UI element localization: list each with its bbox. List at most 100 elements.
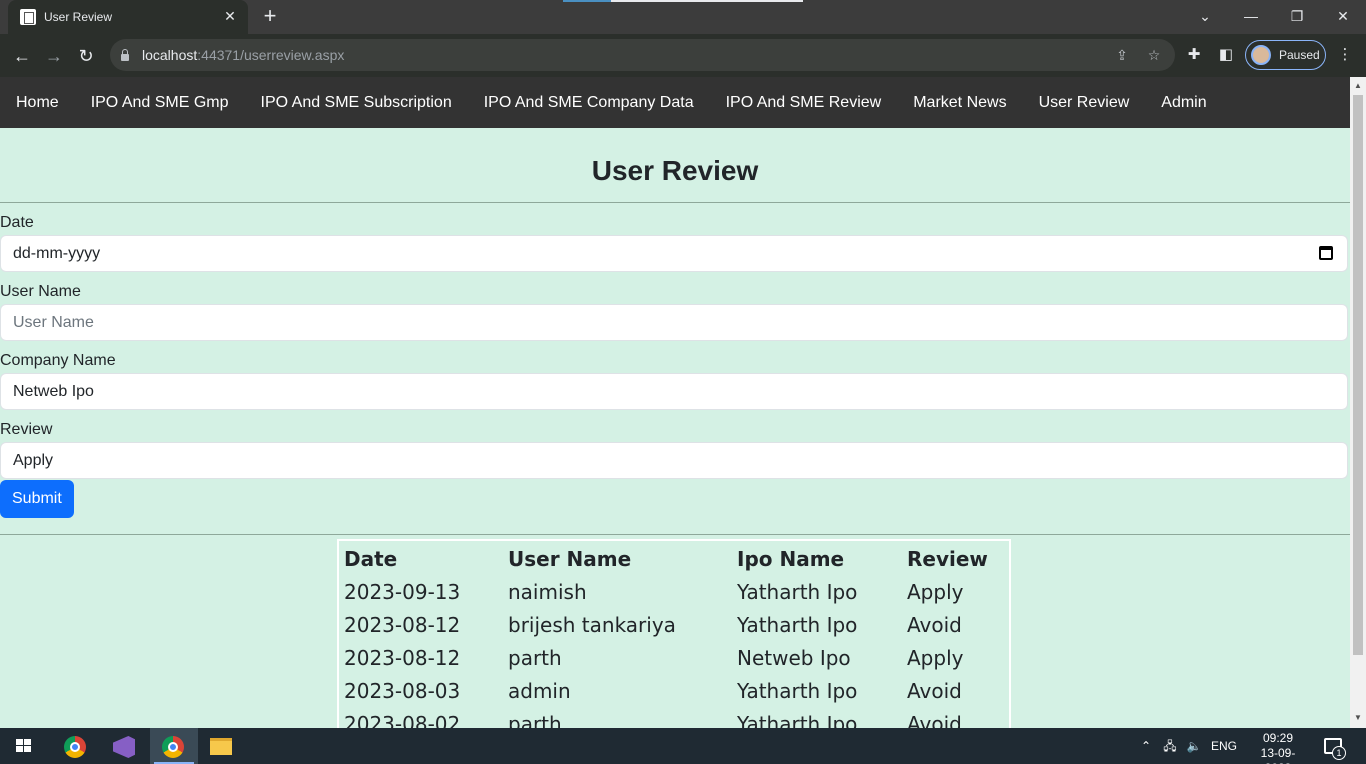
extensions-puzzle-icon[interactable]: ✚	[1184, 45, 1204, 65]
nav-ipo-sme-subscription[interactable]: IPO And SME Subscription	[245, 77, 468, 128]
cell-date: 2023-08-02	[344, 711, 461, 729]
cell-review: Avoid	[907, 612, 962, 637]
folder-icon	[210, 738, 232, 755]
site-navbar: Home IPO And SME Gmp IPO And SME Subscri…	[0, 77, 1350, 128]
nav-admin[interactable]: Admin	[1145, 77, 1222, 128]
back-arrow-icon[interactable]: ←	[9, 43, 35, 69]
reviews-table: Date User Name Ipo Name Review 2023-09-1…	[337, 539, 1011, 728]
taskbar-chrome[interactable]	[52, 728, 100, 764]
url-host: localhost	[142, 47, 198, 63]
url-path: :44371/userreview.aspx	[197, 47, 345, 63]
cell-date: 2023-08-12	[344, 612, 461, 637]
close-window-icon[interactable]: ✕	[1328, 4, 1358, 28]
nav-home[interactable]: Home	[0, 77, 75, 128]
share-icon[interactable]: ⇪	[1113, 46, 1131, 64]
page-title: User Review	[591, 155, 759, 186]
notification-count-badge: 1	[1332, 746, 1346, 760]
column-header-ipo-name: Ipo Name	[737, 546, 845, 571]
scrollbar-thumb[interactable]	[1353, 95, 1363, 655]
cell-review: Avoid	[907, 678, 962, 703]
cell-review: Avoid	[907, 711, 962, 729]
start-button[interactable]	[0, 728, 48, 764]
cell-user-name: parth	[508, 711, 562, 729]
page-icon	[20, 9, 36, 25]
windows-logo-icon	[16, 739, 32, 753]
nav-market-news[interactable]: Market News	[897, 77, 1022, 128]
restore-icon[interactable]: ❐	[1282, 4, 1312, 28]
calendar-icon[interactable]	[1319, 246, 1333, 260]
nav-user-review[interactable]: User Review	[1023, 77, 1146, 128]
taskbar-chrome-active[interactable]	[150, 728, 198, 764]
reload-icon[interactable]: ↻	[73, 43, 99, 69]
clock-time: 09:29	[1262, 731, 1294, 745]
cell-user-name: brijesh tankariya	[508, 612, 676, 637]
more-menu-icon[interactable]: ⋮	[1335, 45, 1355, 65]
company-name-field[interactable]: Netweb Ipo	[0, 373, 1348, 410]
minimize-icon[interactable]: —	[1236, 4, 1266, 28]
windows-taskbar: ⌃ 🖧 🔈 ENG 09:29 13-09-2023 1	[0, 728, 1366, 764]
company-name-label: Company Name	[0, 352, 116, 369]
cell-date: 2023-08-03	[344, 678, 461, 703]
page-scrollbar[interactable]: ▲ ▼	[1350, 77, 1366, 728]
scroll-down-arrow-icon[interactable]: ▼	[1353, 713, 1363, 723]
cell-user-name: admin	[508, 678, 571, 703]
nav-ipo-sme-company-data[interactable]: IPO And SME Company Data	[468, 77, 710, 128]
cell-user-name: parth	[508, 645, 562, 670]
cell-ipo-name: Yatharth Ipo	[737, 579, 858, 604]
submit-button[interactable]: Submit	[0, 480, 74, 518]
tab-strip-indicator	[563, 0, 803, 2]
profile-status: Paused	[1279, 48, 1320, 62]
network-icon[interactable]: 🖧	[1160, 728, 1180, 764]
side-panel-icon[interactable]: ◧	[1216, 45, 1236, 65]
scroll-up-arrow-icon[interactable]: ▲	[1353, 81, 1363, 91]
review-field[interactable]: Apply	[0, 442, 1348, 479]
taskbar-visual-studio[interactable]	[100, 728, 148, 764]
cell-ipo-name: Netweb Ipo	[737, 645, 851, 670]
table-header-row: Date User Name Ipo Name Review	[341, 543, 1007, 574]
language-indicator[interactable]: ENG	[1208, 728, 1240, 764]
volume-icon[interactable]: 🔈	[1184, 728, 1204, 764]
forward-arrow-icon[interactable]: →	[41, 43, 67, 69]
browser-titlebar: User Review ✕ + ⌄ — ❐ ✕	[0, 0, 1366, 34]
table-row: 2023-08-03 admin Yatharth Ipo Avoid	[341, 675, 1007, 706]
column-header-review: Review	[907, 546, 988, 571]
cell-review: Apply	[907, 645, 964, 670]
table-row: 2023-09-13 naimish Yatharth Ipo Apply	[341, 576, 1007, 607]
cell-review: Apply	[907, 579, 964, 604]
table-row: 2023-08-02 parth Yatharth Ipo Avoid	[341, 708, 1007, 729]
date-label: Date	[0, 214, 34, 231]
cell-date: 2023-09-13	[344, 579, 461, 604]
tab-search-chevron-icon[interactable]: ⌄	[1190, 4, 1220, 28]
clock[interactable]: 09:29 13-09-2023	[1248, 731, 1308, 764]
lock-icon[interactable]	[120, 49, 130, 61]
chrome-icon	[162, 736, 184, 758]
divider	[0, 202, 1350, 203]
nav-ipo-sme-review[interactable]: IPO And SME Review	[710, 77, 898, 128]
table-row: 2023-08-12 brijesh tankariya Yatharth Ip…	[341, 609, 1007, 640]
divider	[0, 534, 1350, 535]
avatar	[1251, 45, 1271, 65]
cell-ipo-name: Yatharth Ipo	[737, 612, 858, 637]
table-row: 2023-08-12 parth Netweb Ipo Apply	[341, 642, 1007, 673]
column-header-date: Date	[344, 546, 398, 571]
page-viewport: Home IPO And SME Gmp IPO And SME Subscri…	[0, 77, 1350, 728]
date-field[interactable]: dd-mm-yyyy	[0, 235, 1348, 272]
column-header-user-name: User Name	[508, 546, 632, 571]
nav-ipo-sme-gmp[interactable]: IPO And SME Gmp	[75, 77, 245, 128]
chrome-icon	[64, 736, 86, 758]
user-name-label: User Name	[0, 283, 81, 300]
new-tab-plus-icon[interactable]: +	[258, 5, 282, 29]
browser-tab-active[interactable]: User Review ✕	[8, 0, 248, 34]
browser-toolbar: ← → ↻ localhost:44371/userreview.aspx ⇪ …	[0, 34, 1366, 77]
profile-button[interactable]: Paused	[1245, 40, 1326, 70]
close-tab-icon[interactable]: ✕	[222, 8, 238, 24]
tray-chevron-up-icon[interactable]: ⌃	[1138, 728, 1154, 764]
clock-date: 13-09-2023	[1260, 746, 1296, 764]
review-label: Review	[0, 421, 53, 438]
taskbar-file-explorer[interactable]	[198, 728, 246, 764]
cell-ipo-name: Yatharth Ipo	[737, 678, 858, 703]
address-bar[interactable]: localhost:44371/userreview.aspx ⇪ ☆	[110, 39, 1175, 71]
cell-date: 2023-08-12	[344, 645, 461, 670]
user-name-field[interactable]: User Name	[0, 304, 1348, 341]
bookmark-star-icon[interactable]: ☆	[1145, 46, 1163, 64]
